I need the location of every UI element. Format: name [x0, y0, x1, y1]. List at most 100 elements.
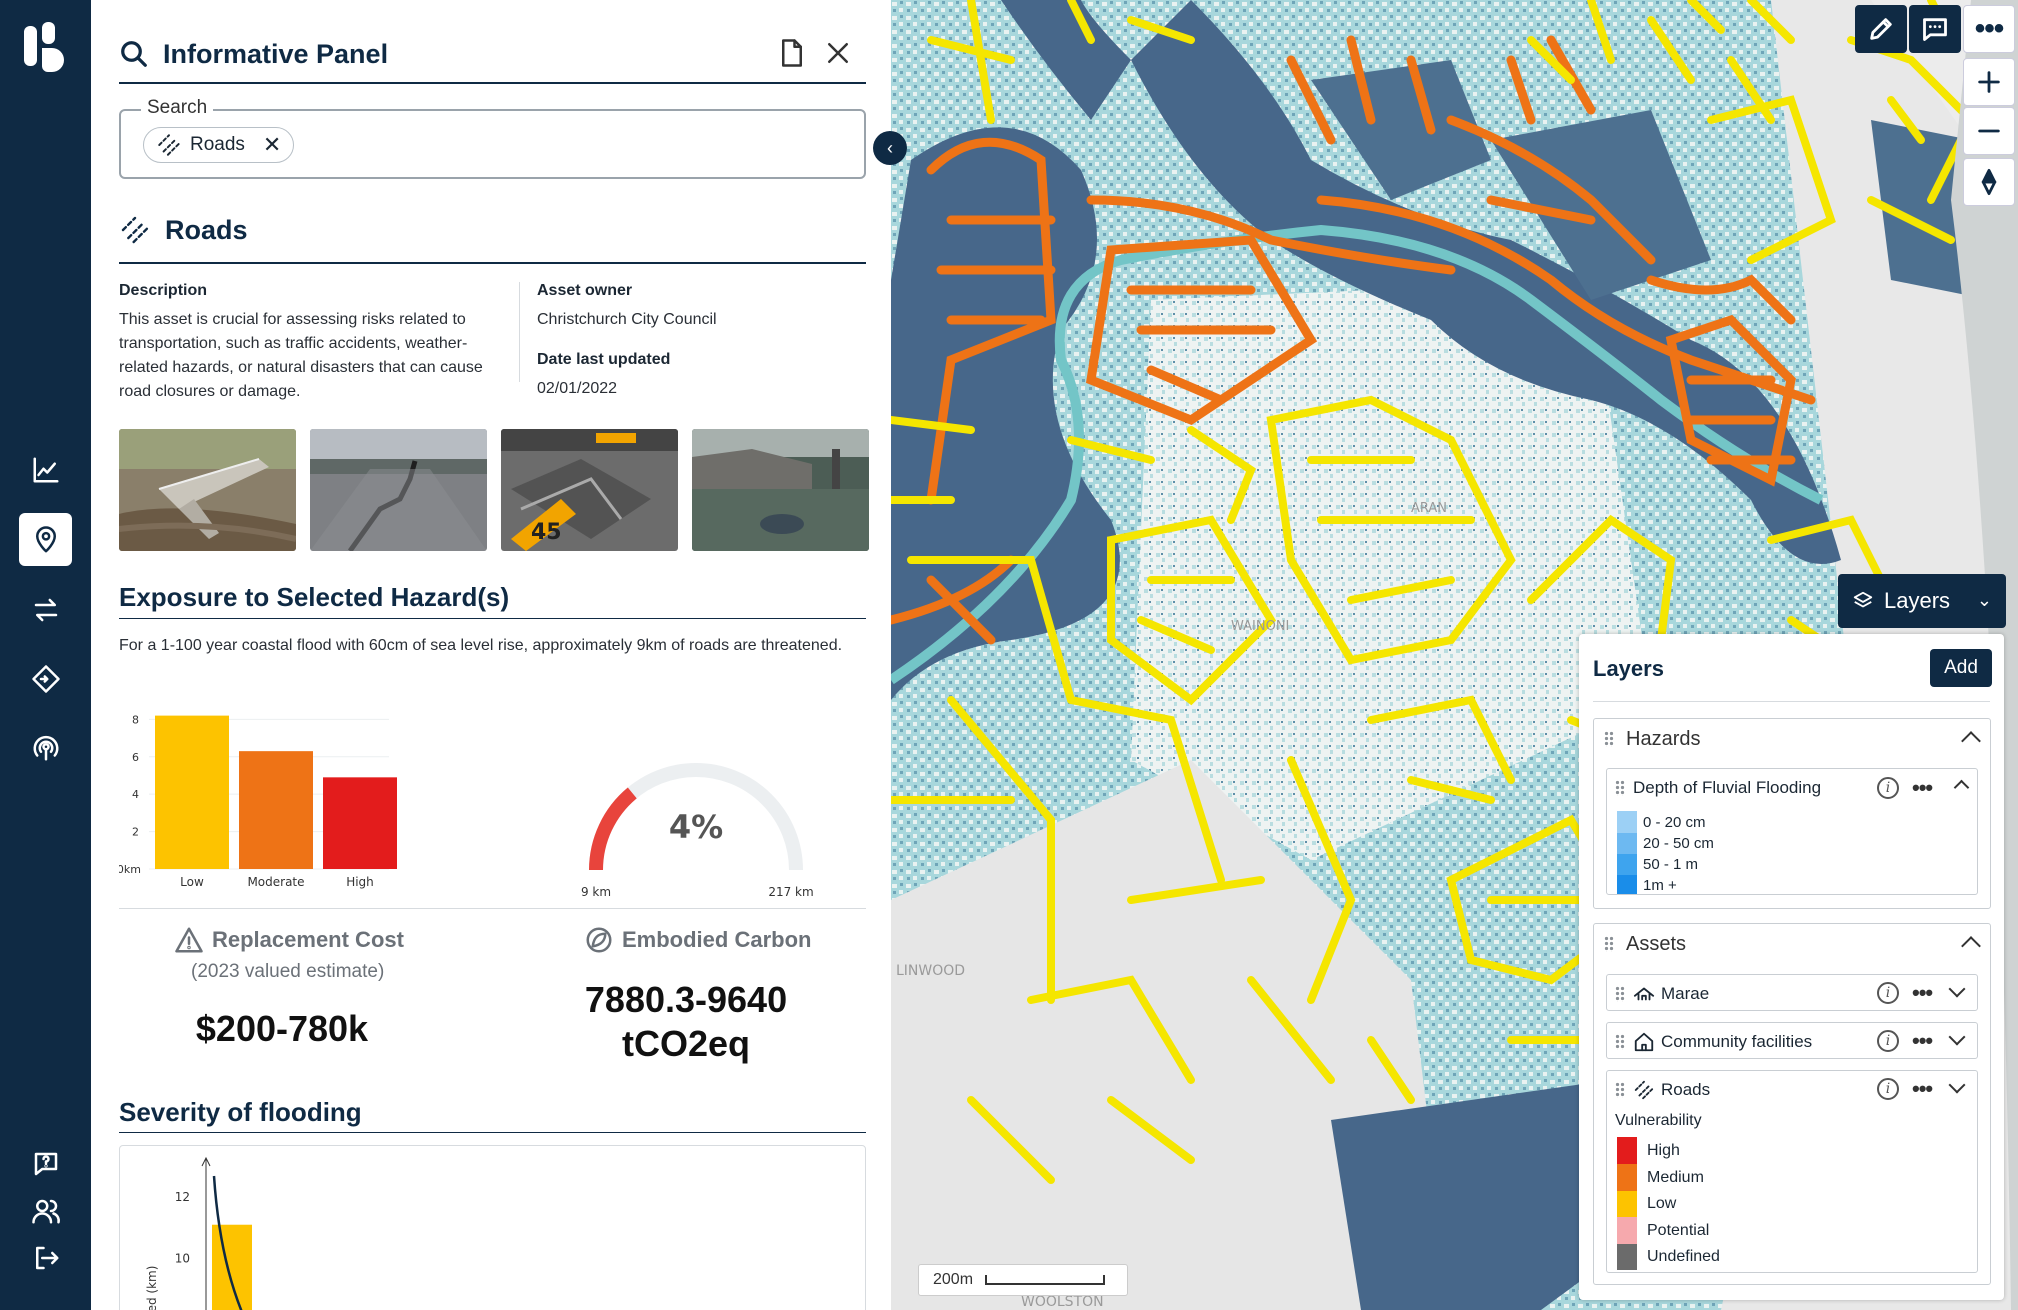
comment-tool-button[interactable] — [1909, 5, 1961, 53]
analytics-icon[interactable] — [19, 443, 72, 496]
asset-item-header[interactable]: Marae i ••• — [1607, 975, 1977, 1013]
asset-item-header[interactable]: Roads i ••• — [1607, 1071, 1977, 1109]
legend-swatch — [1617, 1137, 1637, 1164]
road-icon — [121, 216, 149, 244]
compass-icon — [1981, 168, 1997, 196]
info-icon[interactable]: i — [1877, 1030, 1899, 1052]
asset-item-community-facilities[interactable]: Community facilities i ••• — [1606, 1022, 1978, 1059]
panel-header: Informative Panel — [119, 34, 388, 74]
carbon-value-line1: 7880.3-9640 — [584, 979, 788, 1020]
legend-swatch — [1617, 875, 1637, 894]
chevron-up-icon[interactable] — [1961, 936, 1981, 956]
layers-panel: Layers Add Hazards Depth of Fluvial Floo… — [1579, 634, 2004, 1300]
replacement-cost-title: Replacement Cost — [174, 925, 404, 955]
hazards-group: Hazards Depth of Fluvial Flooding i ••• … — [1593, 718, 1991, 909]
leaf-circle-icon — [586, 927, 612, 953]
chip-label: Roads — [190, 134, 245, 155]
y-axis-label: osed (km) — [145, 1266, 159, 1310]
hazard-item-header[interactable]: Depth of Fluvial Flooding i ••• — [1607, 769, 1977, 807]
chevron-down-icon: ⌄ — [1976, 590, 1992, 610]
legend-label: Potential — [1647, 1221, 1710, 1239]
search-field[interactable]: Search Roads ✕ — [119, 97, 866, 179]
drag-handle-icon[interactable] — [1604, 731, 1614, 747]
minus-icon — [1978, 129, 2000, 133]
scale-label: 200m — [933, 1271, 974, 1288]
chevron-up-icon[interactable] — [1961, 731, 1981, 751]
house-icon — [1634, 1032, 1654, 1052]
photo-cracked-road[interactable] — [310, 429, 487, 551]
swap-arrows-icon[interactable] — [19, 583, 72, 636]
replacement-subtitle: (2023 valued estimate) — [191, 961, 385, 982]
more-icon[interactable]: ••• — [1912, 777, 1933, 799]
x-tick-label: High — [346, 875, 374, 889]
legend-label: 1m + — [1643, 877, 1677, 894]
close-icon[interactable] — [823, 38, 853, 68]
collapse-panel-button[interactable]: ‹ — [873, 131, 907, 165]
map-pin-icon[interactable] — [19, 513, 72, 566]
drag-handle-icon[interactable] — [1604, 936, 1614, 952]
chevron-down-icon[interactable] — [1948, 1028, 1966, 1046]
layers-toggle-button[interactable]: Layers ⌄ — [1838, 574, 2006, 628]
drag-handle-icon[interactable] — [1615, 986, 1625, 1002]
legend-swatch — [1617, 811, 1637, 833]
road-sign-icon[interactable] — [19, 652, 72, 705]
app-logo[interactable] — [22, 22, 70, 72]
more-icon: ••• — [1974, 12, 2004, 45]
add-layer-button[interactable]: Add — [1930, 649, 1992, 687]
replacement-value: $200-780k — [195, 1008, 369, 1049]
layers-title: Layers — [1593, 656, 1664, 681]
zoom-out-button[interactable] — [1963, 107, 2015, 155]
exposure-text: For a 1-100 year coastal flood with 60cm… — [119, 637, 843, 654]
more-icon[interactable]: ••• — [1912, 1078, 1933, 1100]
info-icon[interactable]: i — [1877, 777, 1899, 799]
chip-remove-icon[interactable]: ✕ — [263, 132, 281, 158]
asset-item-roads: Roads i ••• Vulnerability High Medium Lo… — [1606, 1070, 1978, 1273]
drag-handle-icon[interactable] — [1615, 780, 1625, 796]
search-chip-roads[interactable]: Roads ✕ — [143, 127, 295, 163]
asset-item-header[interactable]: Community facilities i ••• — [1607, 1023, 1977, 1061]
broadcast-icon[interactable] — [19, 721, 72, 774]
hazard-item-label: Depth of Fluvial Flooding — [1633, 778, 1822, 797]
severity-chart: 81012osed (km) — [145, 1156, 252, 1310]
compass-button[interactable] — [1963, 158, 2015, 206]
users-icon[interactable] — [19, 1184, 72, 1237]
embodied-carbon-title: Embodied Carbon — [584, 925, 811, 955]
bar-high — [323, 777, 397, 869]
search-icon — [121, 41, 147, 67]
layers-toggle-label: Layers — [1884, 588, 1951, 613]
asset-item-label: Roads — [1661, 1080, 1711, 1099]
document-icon[interactable] — [777, 38, 807, 68]
asset-item-label: Community facilities — [1661, 1032, 1813, 1051]
photo-damaged-road-sign[interactable]: 45 — [501, 429, 678, 551]
logout-icon[interactable] — [19, 1231, 72, 1284]
chevron-down-icon[interactable] — [1948, 980, 1966, 998]
info-icon[interactable]: i — [1877, 1078, 1899, 1100]
owner-label: Asset owner — [537, 282, 633, 299]
road-icon — [1634, 1080, 1654, 1100]
bar-moderate — [239, 751, 313, 869]
legend-swatch — [1617, 1164, 1637, 1191]
more-icon[interactable]: ••• — [1912, 1030, 1933, 1052]
drag-handle-icon[interactable] — [1615, 1034, 1625, 1050]
photo-collapsed-bridge[interactable] — [119, 429, 296, 551]
more-tools-button[interactable]: ••• — [1963, 5, 2015, 53]
draw-tool-button[interactable] — [1855, 5, 1907, 53]
asset-item-label: Marae — [1661, 984, 1710, 1003]
help-chat-icon[interactable] — [19, 1137, 72, 1190]
updated-label: Date last updated — [537, 351, 671, 368]
hazards-group-header[interactable]: Hazards — [1594, 719, 1990, 759]
chevron-up-icon[interactable] — [1953, 779, 1970, 796]
zoom-in-button[interactable] — [1963, 58, 2015, 106]
info-icon[interactable]: i — [1877, 982, 1899, 1004]
gauge-value-label: 4% — [669, 808, 723, 846]
chevron-down-icon[interactable] — [1948, 1076, 1966, 1094]
asset-item-marae[interactable]: Marae i ••• — [1606, 974, 1978, 1011]
legend-swatch — [1617, 1217, 1637, 1244]
search-label: Search — [141, 97, 214, 119]
photo-flooded-street[interactable] — [692, 429, 869, 551]
assets-group-header[interactable]: Assets — [1594, 924, 1990, 964]
legend-label: 50 - 1 m — [1643, 856, 1699, 873]
more-icon[interactable]: ••• — [1912, 982, 1933, 1004]
drag-handle-icon[interactable] — [1615, 1082, 1625, 1098]
place-label-wainoni: WAINONI — [1231, 619, 1289, 634]
